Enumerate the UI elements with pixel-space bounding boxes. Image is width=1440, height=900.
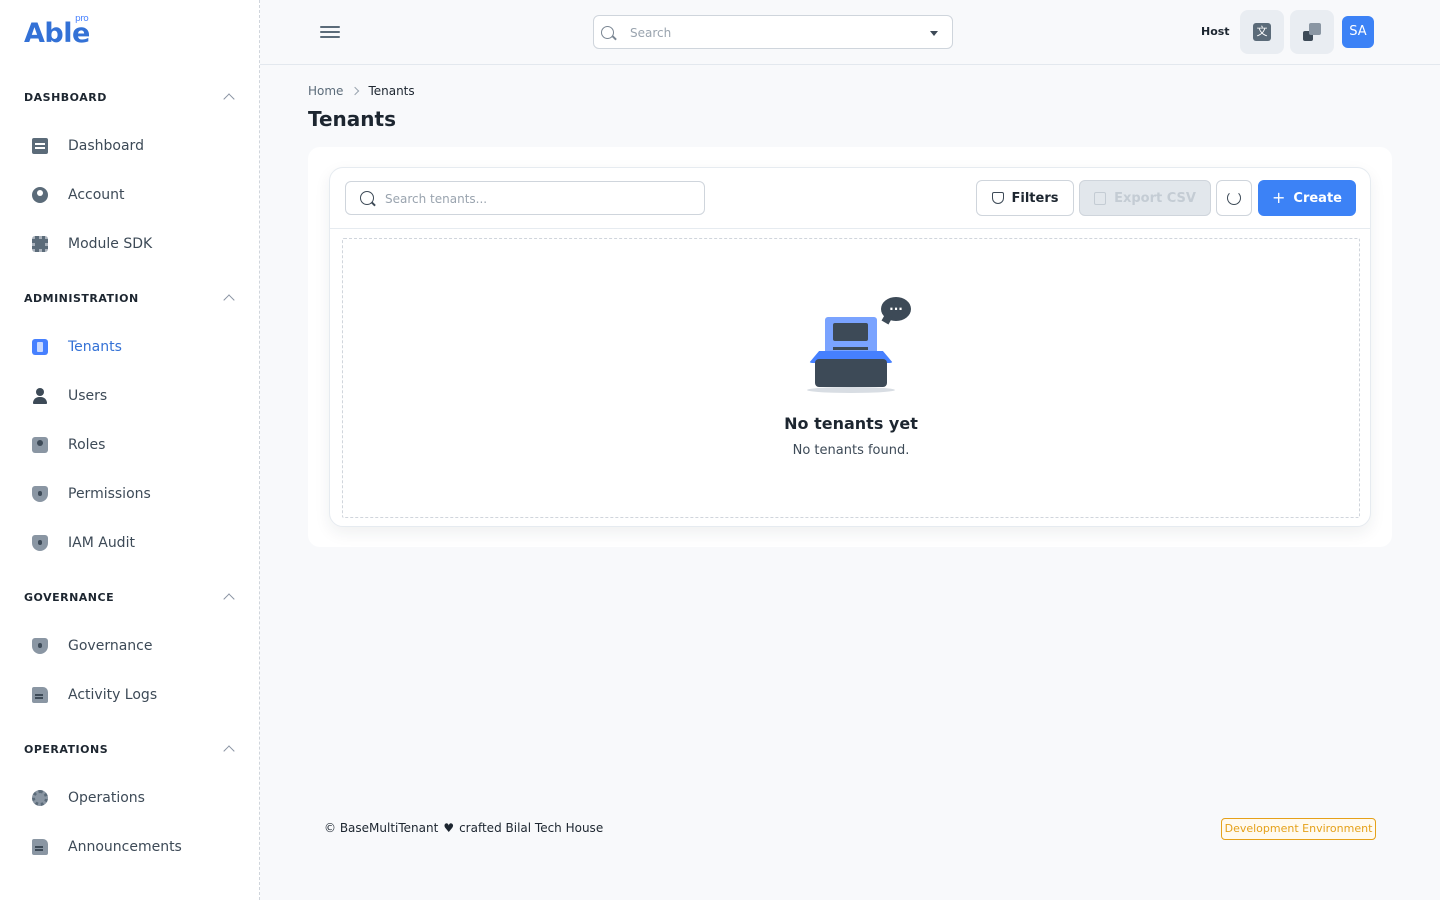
refresh-icon: [1227, 191, 1241, 205]
user-icon: [32, 388, 48, 404]
sidebar-item-label: Announcements: [68, 839, 182, 855]
sidebar-item-governance[interactable]: Governance: [24, 626, 236, 666]
file-icon: [32, 839, 48, 855]
sidebar-item-label: IAM Audit: [68, 535, 135, 551]
section-title: OPERATIONS: [24, 742, 109, 756]
sidebar-item-module-sdk[interactable]: Module SDK: [24, 224, 236, 264]
empty-state-subtitle: No tenants found.: [792, 443, 910, 458]
empty-inbox-illustration: ...: [805, 295, 915, 399]
global-search-input[interactable]: [630, 24, 910, 42]
section-operations: OPERATIONS: [0, 739, 259, 759]
filters-button[interactable]: Filters: [976, 180, 1074, 216]
translate-icon: 文: [1253, 23, 1271, 41]
chevron-up-icon: [223, 745, 235, 757]
breadcrumb: Home Tenants: [308, 84, 415, 98]
create-label: Create: [1293, 190, 1342, 206]
breadcrumb-current: Tenants: [368, 84, 415, 98]
language-button[interactable]: 文: [1240, 10, 1284, 54]
sidebar-item-label: Operations: [68, 790, 145, 806]
sidebar-item-label: Tenants: [68, 339, 122, 355]
sidebar-item-users[interactable]: Users: [24, 376, 236, 416]
file-export-icon: [1094, 191, 1107, 205]
shield-icon: [32, 535, 48, 551]
export-label: Export CSV: [1114, 190, 1196, 206]
tenants-icon: [32, 339, 48, 355]
tenants-card: Filters Export CSV + Create ... No tenan…: [329, 167, 1371, 527]
shield-icon: [32, 638, 48, 654]
sidebar-item-dashboard[interactable]: Dashboard: [24, 126, 236, 166]
plus-icon: +: [1272, 188, 1286, 207]
page-title: Tenants: [308, 107, 396, 131]
tenant-search[interactable]: [345, 181, 705, 215]
sidebar-item-tenants[interactable]: Tenants: [24, 327, 236, 367]
footer: © BaseMultiTenant ♥ crafted Bilal Tech H…: [324, 821, 603, 835]
sidebar-item-roles[interactable]: Roles: [24, 425, 236, 465]
sidebar-item-label: Users: [68, 388, 108, 404]
section-head-administration[interactable]: ADMINISTRATION: [0, 288, 259, 308]
chip-icon: [32, 236, 48, 252]
global-search[interactable]: [593, 15, 953, 49]
chevron-up-icon: [223, 93, 235, 105]
chevron-up-icon: [223, 593, 235, 605]
section-head-dashboard[interactable]: DASHBOARD: [0, 87, 259, 107]
chevron-right-icon: [351, 86, 360, 96]
section-governance: GOVERNANCE: [0, 587, 259, 607]
sidebar-item-activity-logs[interactable]: Activity Logs: [24, 675, 236, 715]
gear-icon: [32, 790, 48, 806]
caret-down-icon[interactable]: [930, 31, 938, 36]
breadcrumb-home[interactable]: Home: [308, 84, 343, 98]
search-icon: [360, 191, 374, 205]
sidebar-item-permissions[interactable]: Permissions: [24, 474, 236, 514]
sidebar-item-announcements[interactable]: Announcements: [24, 827, 236, 867]
roles-icon: [32, 437, 48, 453]
sidebar-item-account[interactable]: Account: [24, 175, 236, 215]
account-icon: [32, 187, 48, 203]
table-toolbar: Filters Export CSV + Create: [330, 168, 1370, 229]
empty-state: ... No tenants yet No tenants found.: [342, 238, 1360, 518]
crafted-by-text: crafted Bilal Tech House: [459, 821, 604, 835]
filter-icon: [991, 192, 1004, 204]
sidebar-item-label: Account: [68, 187, 125, 203]
sidebar-item-label: Activity Logs: [68, 687, 158, 703]
section-head-governance[interactable]: GOVERNANCE: [0, 587, 259, 607]
export-csv-button[interactable]: Export CSV: [1079, 180, 1211, 216]
section-dashboard: DASHBOARD: [0, 87, 259, 107]
sidebar-item-label: Dashboard: [68, 138, 144, 154]
section-title: GOVERNANCE: [24, 590, 115, 604]
sidebar-item-iam-audit[interactable]: IAM Audit: [24, 523, 236, 563]
section-title: ADMINISTRATION: [24, 291, 139, 305]
shield-icon: [32, 486, 48, 502]
sidebar-item-operations[interactable]: Operations: [24, 778, 236, 818]
filters-label: Filters: [1011, 190, 1059, 206]
logo[interactable]: Able pro: [24, 14, 90, 49]
refresh-button[interactable]: [1216, 180, 1252, 216]
sidebar-item-label: Module SDK: [68, 236, 153, 252]
section-head-operations[interactable]: OPERATIONS: [0, 739, 259, 759]
sidebar: Able pro DASHBOARD Dashboard Account Mod…: [0, 0, 260, 900]
heart-icon: ♥: [443, 821, 455, 835]
copyright-text: © BaseMultiTenant: [324, 821, 439, 835]
sidebar-item-label: Governance: [68, 638, 153, 654]
file-icon: [32, 687, 48, 703]
sidebar-item-label: Permissions: [68, 486, 151, 502]
create-button[interactable]: + Create: [1258, 180, 1356, 216]
section-administration: ADMINISTRATION: [0, 288, 259, 308]
avatar[interactable]: SA: [1342, 16, 1374, 48]
layout-toggle-button[interactable]: [1290, 10, 1334, 54]
dashboard-icon: [32, 138, 48, 154]
chat-bubble-icon: ...: [881, 297, 911, 321]
tenant-host-label: Host: [1201, 25, 1230, 38]
empty-state-title: No tenants yet: [784, 414, 918, 433]
tenant-search-input[interactable]: [385, 190, 685, 208]
menu-toggle-icon[interactable]: [320, 26, 340, 40]
section-title: DASHBOARD: [24, 90, 107, 104]
environment-badge: Development Environment: [1221, 818, 1376, 840]
chevron-up-icon: [223, 294, 235, 306]
search-icon: [601, 26, 614, 39]
logo-badge: pro: [75, 14, 89, 24]
top-header: Host 文 SA: [260, 0, 1440, 65]
layout-icon: [1303, 23, 1321, 41]
sidebar-item-label: Roles: [68, 437, 106, 453]
